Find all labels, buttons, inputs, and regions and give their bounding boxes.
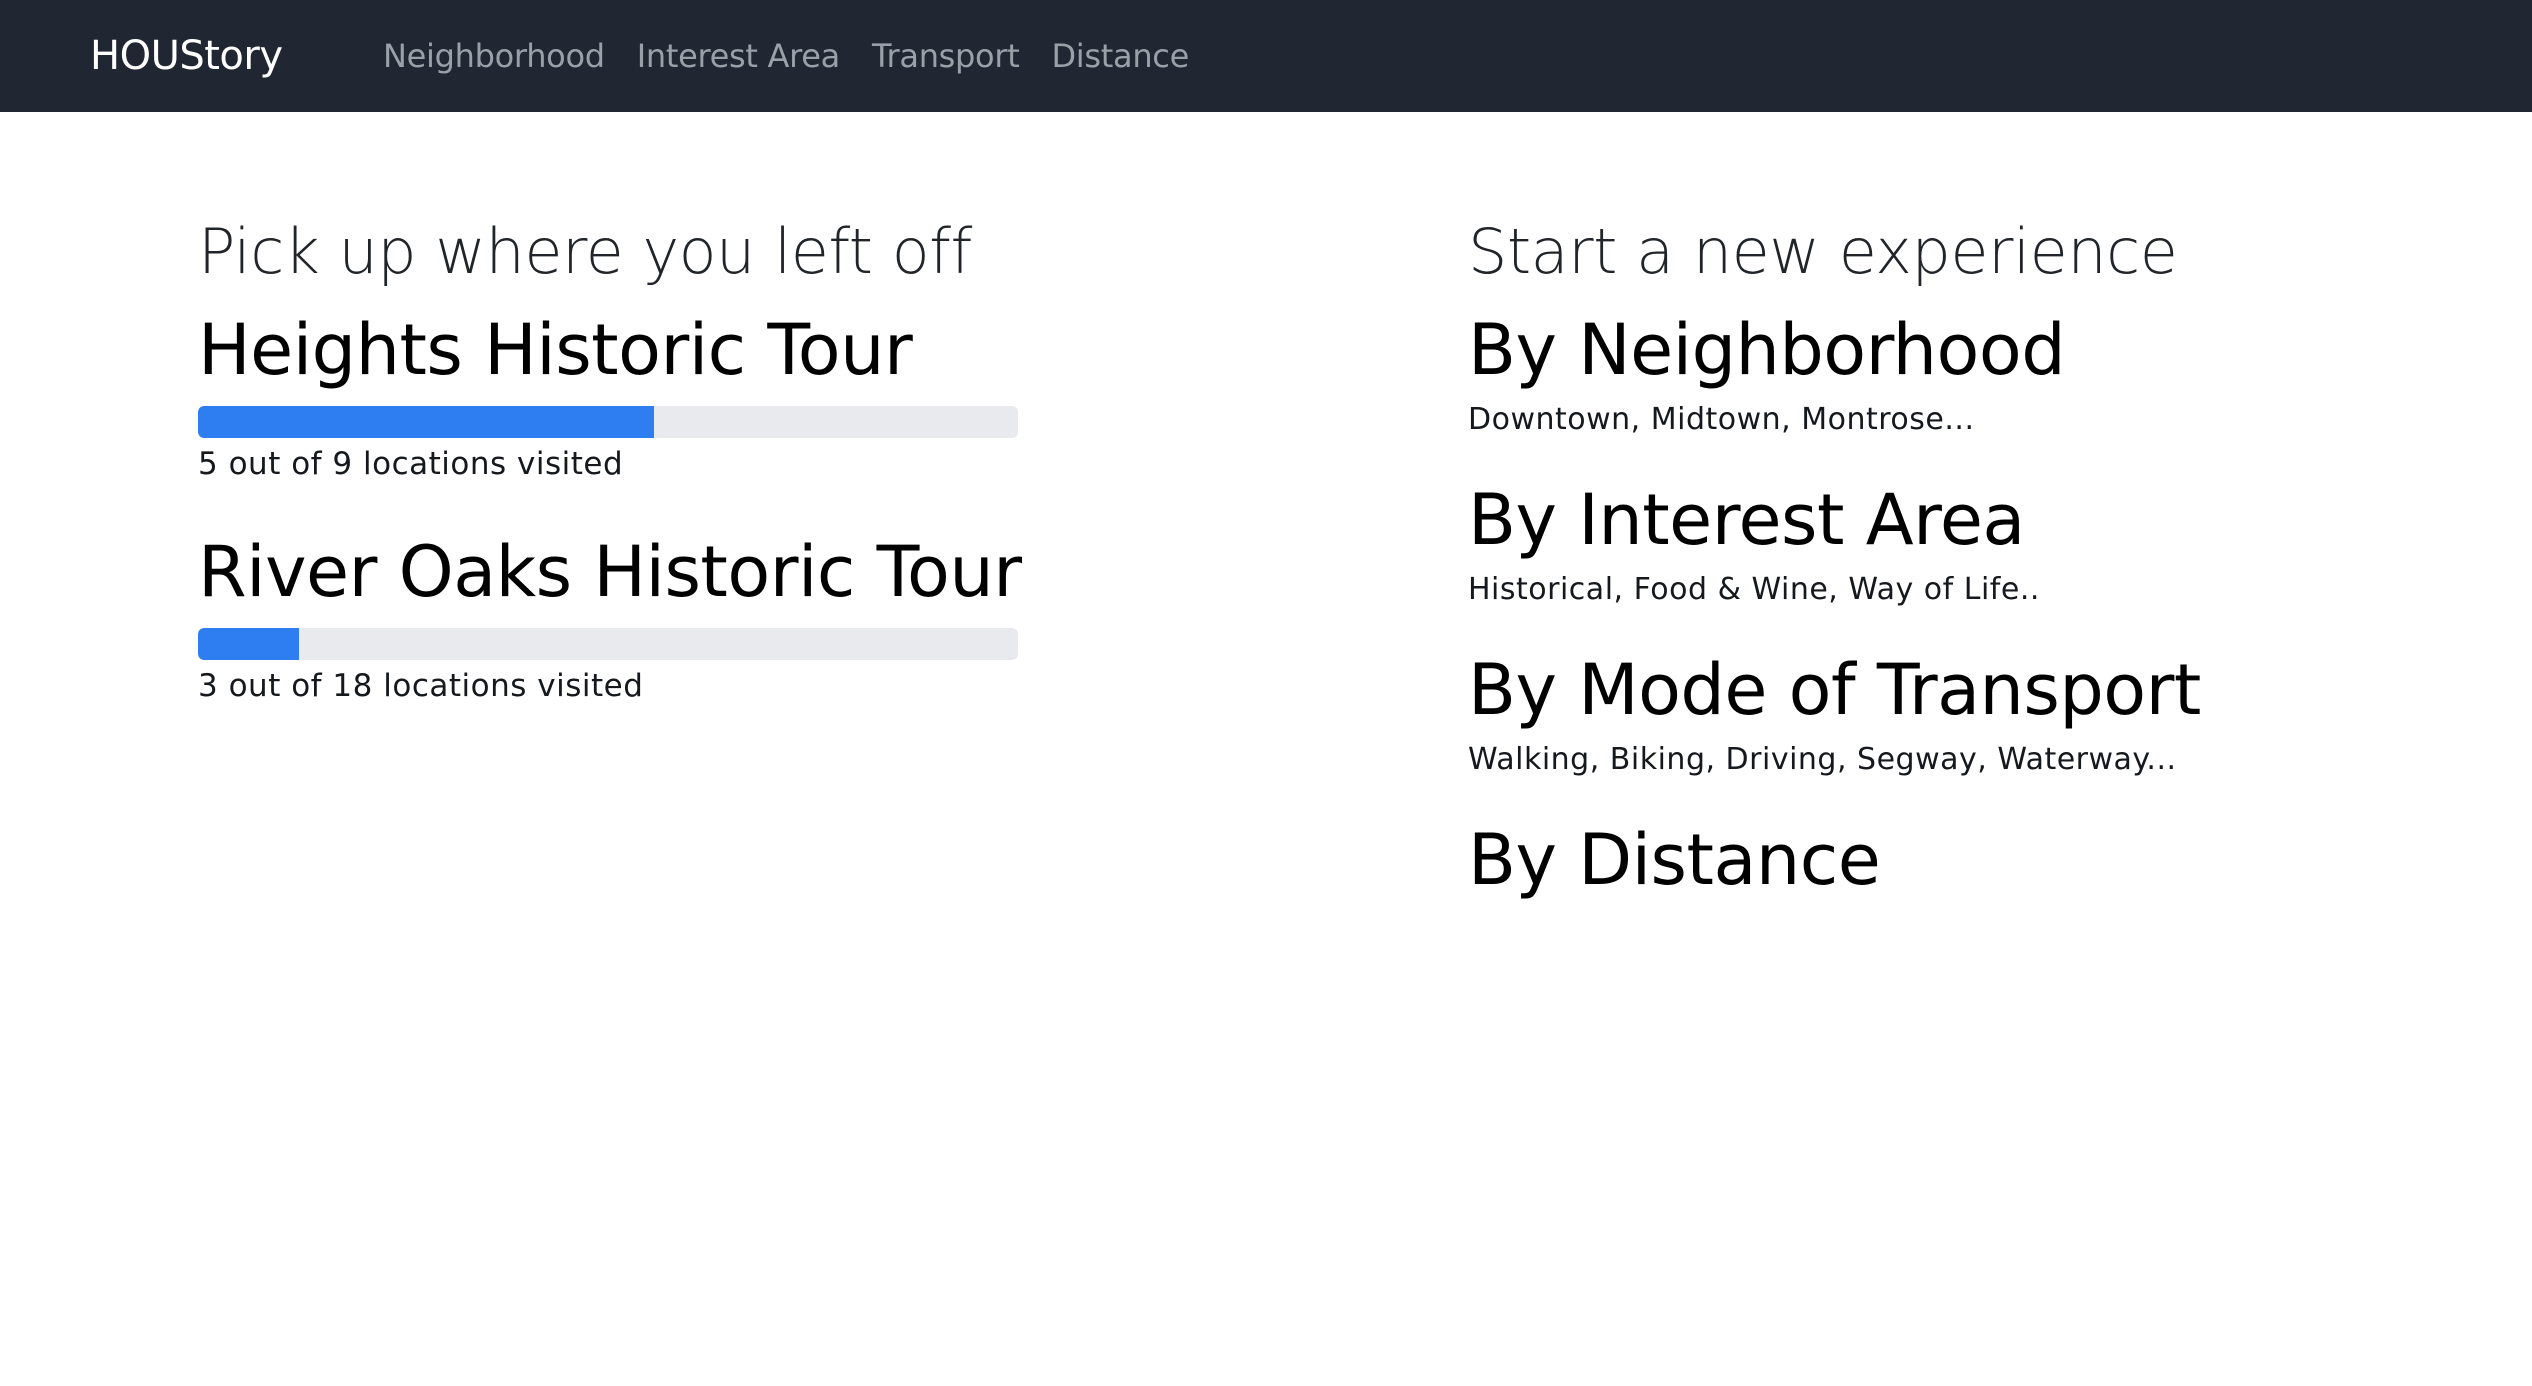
experience-option-link[interactable]: By Mode of Transport (1468, 648, 2468, 732)
new-experience-section: Start a new experience By Neighborhood D… (1468, 210, 2468, 902)
experience-option-interest-area: By Interest Area Historical, Food & Wine… (1468, 478, 2468, 612)
brand-logo-link[interactable]: HOUStory (90, 0, 283, 112)
nav-link-transport[interactable]: Transport (872, 37, 1020, 75)
tour-progress-fill (198, 628, 299, 660)
new-experience-section-title: Start a new experience (1468, 215, 2178, 288)
resume-section: Pick up where you left off Heights Histo… (198, 210, 1058, 708)
experience-option-desc: Walking, Biking, Driving, Segway, Waterw… (1468, 742, 2177, 777)
tour-progress-text: 3 out of 18 locations visited (198, 668, 644, 704)
nav-link-neighborhood[interactable]: Neighborhood (383, 37, 605, 75)
experience-option-link[interactable]: By Neighborhood (1468, 308, 2468, 392)
experience-option-distance: By Distance (1468, 818, 2468, 902)
tour-card-river-oaks: River Oaks Historic Tour 3 out of 18 loc… (198, 530, 1058, 708)
tour-title-link[interactable]: River Oaks Historic Tour (198, 530, 1058, 614)
tour-progress-text: 5 out of 9 locations visited (198, 446, 624, 482)
tour-card-heights: Heights Historic Tour 5 out of 9 locatio… (198, 308, 1058, 486)
experience-option-transport: By Mode of Transport Walking, Biking, Dr… (1468, 648, 2468, 782)
nav-link-distance[interactable]: Distance (1051, 37, 1189, 75)
experience-option-link[interactable]: By Distance (1468, 818, 2468, 902)
resume-section-title: Pick up where you left off (198, 215, 972, 288)
experience-option-neighborhood: By Neighborhood Downtown, Midtown, Montr… (1468, 308, 2468, 442)
top-navbar: HOUStory Neighborhood Interest Area Tran… (0, 0, 2532, 112)
nav-link-interest-area[interactable]: Interest Area (637, 37, 841, 75)
experience-option-link[interactable]: By Interest Area (1468, 478, 2468, 562)
tour-progress-bar (198, 406, 1018, 438)
tour-progress-fill (198, 406, 654, 438)
experience-option-desc: Downtown, Midtown, Montrose... (1468, 402, 1975, 437)
experience-option-desc: Historical, Food & Wine, Way of Life.. (1468, 572, 2040, 607)
tour-title-link[interactable]: Heights Historic Tour (198, 308, 1058, 392)
main-nav: Neighborhood Interest Area Transport Dis… (383, 0, 1189, 112)
tour-progress-bar (198, 628, 1018, 660)
